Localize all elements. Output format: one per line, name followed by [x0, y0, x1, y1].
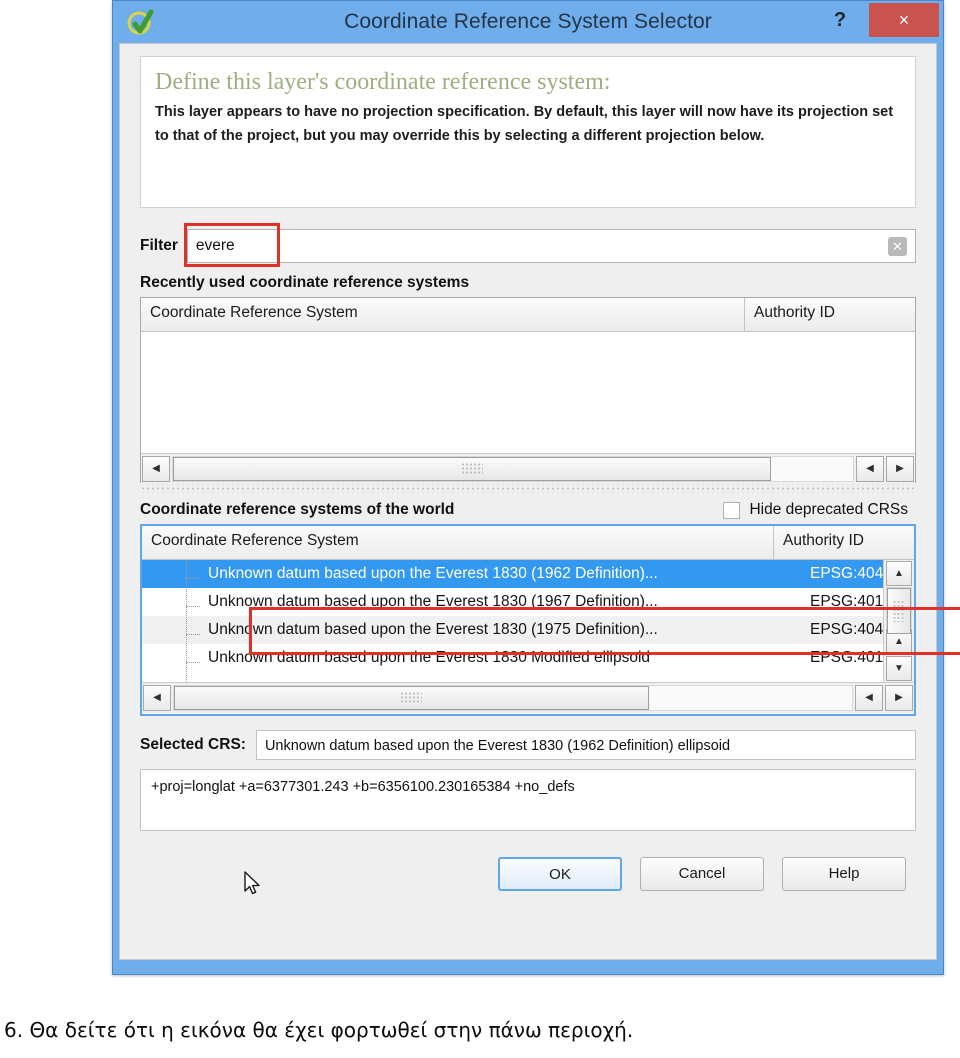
- page-title: Coordinate Reference System Selector: [344, 10, 712, 33]
- world-hscroll-grip: [400, 691, 423, 705]
- titlebar-help-button[interactable]: ?: [827, 5, 853, 35]
- row-crs-name: Unknown datum based upon the Everest 183…: [142, 621, 810, 639]
- recent-col-crs: Coordinate Reference System: [141, 298, 745, 331]
- description-text: This layer appears to have no projection…: [155, 104, 894, 144]
- clear-x-icon[interactable]: ✕: [888, 237, 907, 256]
- recent-hscroll-track[interactable]: [172, 456, 854, 482]
- row-crs-name: Unknown datum based upon the Everest 183…: [142, 565, 810, 583]
- world-hscroll-right-icon[interactable]: ▶: [885, 685, 913, 711]
- world-section-label: Coordinate reference systems of the worl…: [140, 501, 455, 518]
- proj-string-box: +proj=longlat +a=6377301.243 +b=6356100.…: [140, 769, 916, 831]
- ok-button[interactable]: OK: [498, 857, 622, 891]
- page-caption: 6. Θα δείτε ότι η εικόνα θα έχει φορτωθε…: [4, 1018, 634, 1042]
- cancel-button[interactable]: Cancel: [640, 857, 764, 891]
- dialog-titlebar: Coordinate Reference System Selector ? ×: [113, 1, 943, 43]
- help-button[interactable]: Help: [782, 857, 906, 891]
- filter-row: Filter ✕: [140, 223, 916, 267]
- hide-deprecated-label: Hide deprecated CRSs: [749, 501, 908, 518]
- world-table-header: Coordinate Reference System Authority ID: [142, 526, 914, 560]
- table-row[interactable]: Unknown datum based upon the Everest 183…: [142, 588, 914, 616]
- recent-section-label: Recently used coordinate reference syste…: [140, 274, 470, 291]
- world-section-header: Coordinate reference systems of the worl…: [140, 501, 916, 519]
- table-row[interactable]: Unknown datum based upon the Everest 183…: [142, 616, 914, 644]
- world-vertical-scrollbar[interactable]: ▲ ▲ ▼: [883, 560, 914, 682]
- world-crs-table[interactable]: Coordinate Reference System Authority ID…: [140, 524, 916, 716]
- row-crs-name: Unknown datum based upon the Everest 183…: [142, 593, 810, 611]
- table-row[interactable]: Unknown datum based upon the Everest 183…: [142, 644, 914, 672]
- selected-crs-label: Selected CRS:: [140, 736, 246, 753]
- mouse-cursor-icon: [244, 871, 262, 897]
- hide-deprecated-checkbox[interactable]: [723, 501, 741, 519]
- recent-table-header: Coordinate Reference System Authority ID: [141, 298, 915, 332]
- close-icon[interactable]: ×: [869, 3, 939, 37]
- recent-hscroll-thumb[interactable]: [173, 457, 772, 481]
- selected-crs-row: Selected CRS: Unknown datum based upon t…: [140, 730, 916, 760]
- crs-selector-dialog: Coordinate Reference System Selector ? ×…: [112, 0, 960, 975]
- recent-hscroll-right-icon[interactable]: ▶: [886, 456, 914, 482]
- world-col-authority: Authority ID: [783, 532, 864, 549]
- splitter-handle[interactable]: [140, 484, 916, 493]
- world-vscroll-down-icon[interactable]: ▼: [886, 656, 912, 681]
- world-horizontal-scrollbar[interactable]: ◀ ◀ ▶: [142, 682, 914, 713]
- dialog-body: Define this layer's coordinate reference…: [119, 43, 937, 960]
- world-col-crs: Coordinate Reference System: [142, 526, 774, 559]
- recent-table-body[interactable]: [141, 332, 915, 453]
- world-vscroll-thumb[interactable]: [887, 588, 911, 634]
- world-hscroll-thumb[interactable]: [174, 686, 649, 710]
- world-vscroll-grip: [892, 600, 906, 622]
- dialog-button-row: OK Cancel Help: [140, 857, 916, 895]
- recently-used-crs-table[interactable]: Coordinate Reference System Authority ID…: [140, 297, 916, 484]
- recent-col-authority: Authority ID: [754, 304, 835, 321]
- hide-deprecated-control[interactable]: Hide deprecated CRSs: [723, 501, 908, 519]
- row-crs-name: Unknown datum based upon the Everest 183…: [142, 649, 810, 667]
- selected-crs-value: Unknown datum based upon the Everest 183…: [255, 730, 916, 760]
- world-hscroll-track[interactable]: [173, 685, 853, 711]
- tree-dash-icon: [186, 662, 200, 663]
- tree-dash-icon: [186, 606, 200, 607]
- filter-input[interactable]: [187, 230, 915, 262]
- recent-hscroll-left2-icon[interactable]: ◀: [856, 456, 884, 482]
- filter-label: Filter: [140, 237, 178, 254]
- recent-hscroll-left-icon[interactable]: ◀: [142, 456, 170, 482]
- filter-input-wrap[interactable]: ✕: [186, 229, 916, 263]
- world-hscroll-left-icon[interactable]: ◀: [143, 685, 171, 711]
- description-panel: Define this layer's coordinate reference…: [140, 56, 916, 208]
- recent-hscroll-grip: [461, 462, 484, 476]
- world-vscroll-track[interactable]: [886, 587, 912, 634]
- tree-dash-icon: [186, 634, 200, 635]
- world-table-body[interactable]: Unknown datum based upon the Everest 183…: [142, 560, 914, 682]
- world-hscroll-left2-icon[interactable]: ◀: [855, 685, 883, 711]
- table-row[interactable]: Unknown datum based upon the Everest 183…: [142, 560, 914, 588]
- recent-horizontal-scrollbar[interactable]: ◀ ◀ ▶: [141, 453, 915, 484]
- description-heading: Define this layer's coordinate reference…: [155, 69, 611, 95]
- tree-dash-icon: [186, 578, 200, 579]
- world-vscroll-up-icon[interactable]: ▲: [886, 561, 912, 586]
